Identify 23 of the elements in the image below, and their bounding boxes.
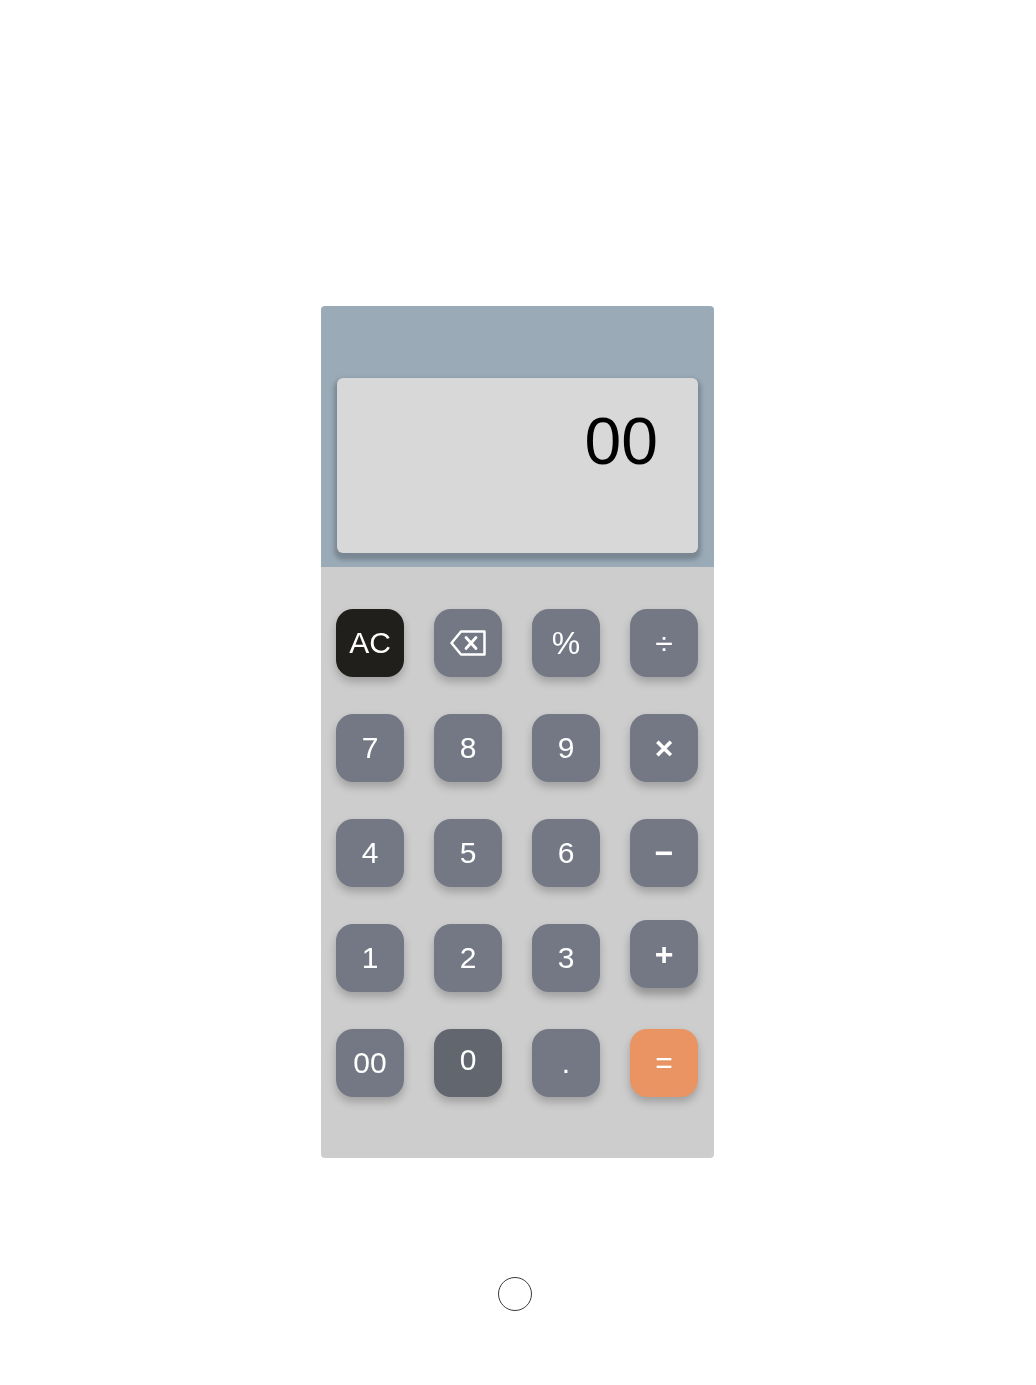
clear-button[interactable]: AC — [336, 609, 404, 677]
backspace-icon — [450, 630, 486, 656]
equals-button[interactable]: = — [630, 1029, 698, 1097]
digit-key[interactable]: 0 — [434, 1029, 502, 1097]
digit-key[interactable]: 7 — [336, 714, 404, 782]
digit-key[interactable]: 00 — [336, 1029, 404, 1097]
home-button[interactable] — [498, 1277, 532, 1311]
digit-key[interactable]: 3 — [532, 924, 600, 992]
digit-key[interactable]: 8 — [434, 714, 502, 782]
display-value: 00 — [584, 408, 658, 474]
digit-key[interactable]: 4 — [336, 819, 404, 887]
digit-key[interactable]: 1 — [336, 924, 404, 992]
operator-key[interactable]: + — [630, 920, 698, 988]
digit-key[interactable]: 6 — [532, 819, 600, 887]
digit-key[interactable]: . — [532, 1029, 600, 1097]
digit-key[interactable]: 9 — [532, 714, 600, 782]
backspace-button[interactable] — [434, 609, 502, 677]
operator-key[interactable]: − — [630, 819, 698, 887]
operator-key[interactable]: × — [630, 714, 698, 782]
digit-key[interactable]: 2 — [434, 924, 502, 992]
function-key[interactable]: % — [532, 609, 600, 677]
digit-key[interactable]: 5 — [434, 819, 502, 887]
function-key[interactable]: ÷ — [630, 609, 698, 677]
